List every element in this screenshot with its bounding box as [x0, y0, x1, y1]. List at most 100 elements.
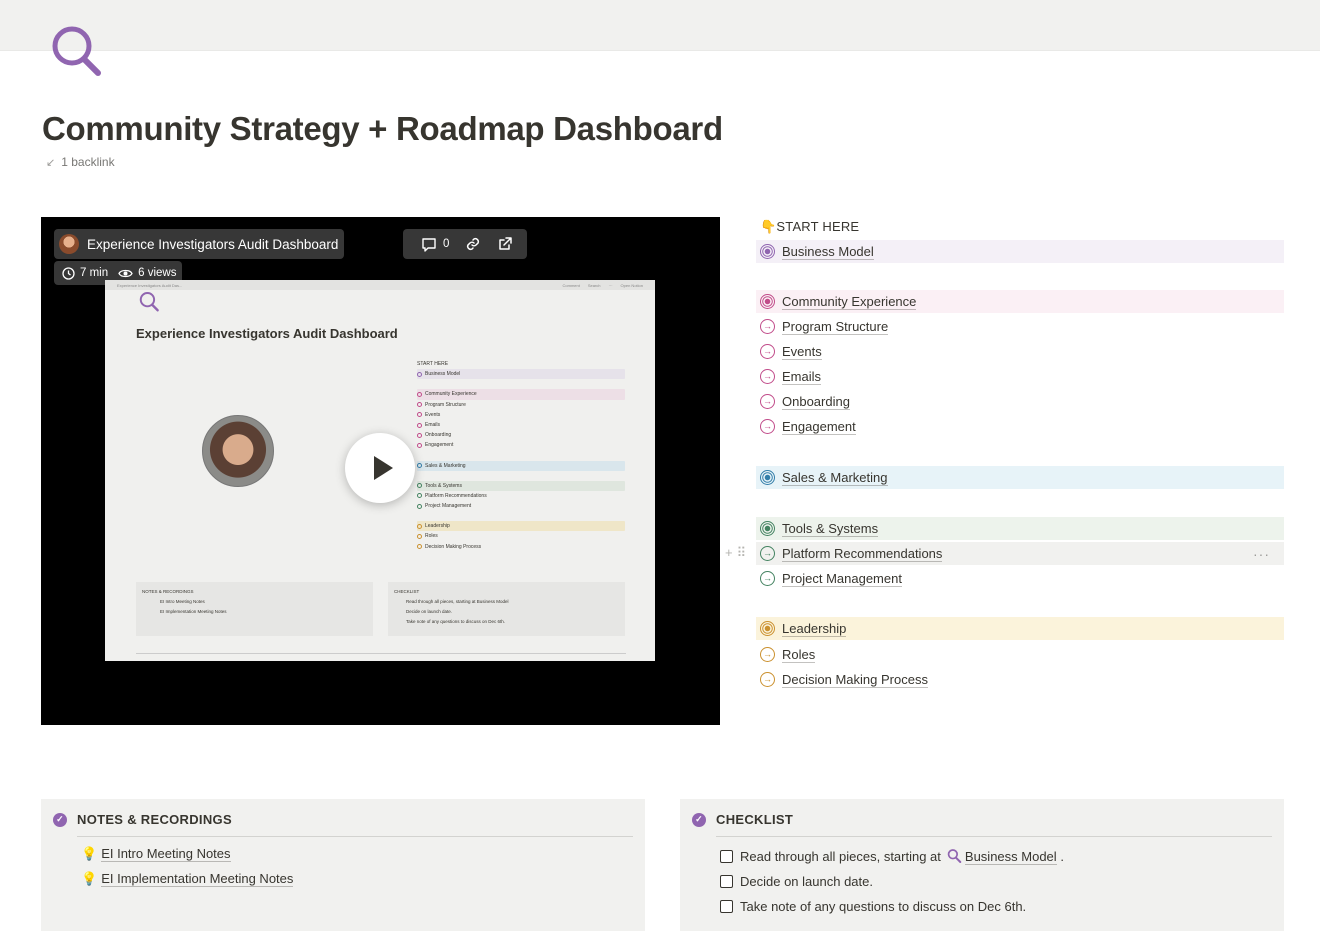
index-item-label[interactable]: Events: [782, 344, 822, 360]
play-button[interactable]: [345, 433, 415, 503]
more-options-icon[interactable]: ···: [1253, 546, 1270, 562]
thumbnail-index-item: Program Structure: [417, 400, 625, 410]
index-item-label[interactable]: Program Structure: [782, 319, 889, 335]
comment-button[interactable]: 0: [415, 231, 455, 257]
notes-callout: ✓ NOTES & RECORDINGS 💡 EI Intro Meeting …: [41, 799, 645, 931]
index-item-label[interactable]: Roles: [782, 647, 816, 663]
arrow-right-circle-icon: →: [760, 647, 775, 662]
check-circle-icon: ✓: [692, 812, 706, 827]
index-item-label[interactable]: Leadership: [782, 621, 847, 637]
thumbnail-index-item: START HERE: [417, 359, 625, 369]
index-item-label[interactable]: Tools & Systems: [782, 521, 879, 537]
thumbnail-index-item: Business Model: [417, 369, 625, 380]
external-link-icon: [499, 237, 513, 250]
thumbnail-title: Experience Investigators Audit Dashboard: [136, 326, 398, 341]
note-label[interactable]: EI Implementation Meeting Notes: [101, 871, 294, 887]
checklist-callout: ✓ CHECKLIST Read through all pieces, sta…: [680, 799, 1284, 931]
index-item[interactable]: → Project Management: [756, 567, 1284, 590]
thumbnail-index-label: Sales & Marketing: [425, 462, 466, 469]
thumbnail-dot-icon: [417, 544, 422, 550]
thumbnail-open-notion: Open Notion: [620, 282, 643, 288]
todo-checkbox[interactable]: [720, 900, 733, 913]
thumbnail-index-item: Tools & Systems: [417, 480, 625, 491]
thumbnail-index-item: Decision Making Process: [417, 542, 625, 552]
open-external-button[interactable]: [491, 231, 519, 257]
index-item[interactable]: → Onboarding: [756, 390, 1284, 413]
thumbnail-index-item: Events: [417, 410, 625, 420]
index-item[interactable]: → Program Structure: [756, 315, 1284, 338]
index-item-label[interactable]: Onboarding: [782, 394, 850, 410]
drag-handle-icon[interactable]: +⠿: [725, 545, 750, 561]
arrow-right-circle-icon: →: [760, 546, 775, 561]
thumbnail-index-item: Onboarding: [417, 430, 625, 440]
index-item[interactable]: Community Experience: [756, 290, 1284, 313]
thumbnail-dot-icon: [417, 442, 422, 448]
index-item-label[interactable]: Business Model: [782, 244, 874, 260]
thumbnail-index-item: Roles: [417, 531, 625, 541]
index-item-label[interactable]: Engagement: [782, 419, 856, 435]
views: 6 views: [118, 267, 176, 279]
thumbnail-index-item: [417, 451, 625, 461]
thumbnail-notes: NOTES & RECORDINGS EI Intro Meeting Note…: [136, 582, 373, 636]
target-icon: [760, 621, 775, 636]
thumbnail-index-item: Sales & Marketing: [417, 460, 625, 471]
index-item[interactable]: → Decision Making Process: [756, 668, 1284, 691]
thumbnail-index-label: START HERE: [417, 361, 449, 367]
magnifier-icon: [947, 849, 962, 863]
target-icon: [760, 521, 775, 536]
todo-text: Read through all pieces, starting at: [740, 848, 941, 864]
thumbnail-topbar-title: Experience Investigators Audit Das...: [117, 282, 183, 288]
index-item[interactable]: → Events: [756, 340, 1284, 363]
video-thumbnail[interactable]: Experience Investigators Audit Das... Co…: [105, 280, 655, 661]
index-item-label[interactable]: Project Management: [782, 571, 902, 587]
top-bar: [0, 0, 1320, 51]
index-item[interactable]: Sales & Marketing: [756, 466, 1284, 489]
thumbnail-search: Search: [587, 282, 601, 288]
video-title-bar[interactable]: Experience Investigators Audit Dashboard: [54, 229, 345, 259]
checklist-heading: ✓ CHECKLIST: [692, 812, 793, 827]
magnifier-icon[interactable]: [48, 24, 104, 80]
notes-heading-label: NOTES & RECORDINGS: [77, 812, 232, 827]
thumbnail-dot-icon: [417, 503, 422, 509]
index-item[interactable]: Tools & Systems: [756, 517, 1284, 540]
thumbnail-divider: [136, 653, 626, 654]
video-actions: 0: [403, 229, 528, 259]
thumbnail-index-item: Emails: [417, 420, 625, 430]
index-item[interactable]: → Emails: [756, 365, 1284, 388]
thumbnail-check-3: Take note of any questions to discuss on…: [406, 619, 506, 624]
video-embed[interactable]: Experience Investigators Audit Dashboard…: [41, 217, 720, 725]
note-link-implementation[interactable]: 💡 EI Implementation Meeting Notes: [81, 871, 294, 887]
lightbulb-icon: 💡: [81, 871, 98, 886]
backlink-link[interactable]: ↙ 1 backlink: [46, 155, 115, 169]
index-item[interactable]: Leadership: [756, 617, 1284, 640]
thumbnail-index-label: Engagement: [425, 442, 454, 449]
index-item[interactable]: → Roles: [756, 643, 1284, 666]
copy-link-button[interactable]: [459, 231, 487, 257]
video-title[interactable]: Experience Investigators Audit Dashboard: [87, 237, 338, 252]
note-link-intro[interactable]: 💡 EI Intro Meeting Notes: [81, 846, 231, 862]
index-item[interactable]: Business Model: [756, 240, 1284, 263]
todo-checkbox[interactable]: [720, 849, 733, 863]
thumbnail-dot-icon: [417, 422, 422, 428]
index-item-label[interactable]: Platform Recommendations: [782, 546, 943, 562]
thumbnail-note-1: EI Intro Meeting Notes: [160, 599, 205, 604]
index-item-label[interactable]: Decision Making Process: [782, 672, 928, 688]
arrow-right-circle-icon: →: [760, 419, 775, 434]
todo-checkbox[interactable]: [720, 875, 733, 888]
business-model-link[interactable]: Business Model: [964, 848, 1057, 865]
index-item-label[interactable]: Sales & Marketing: [782, 470, 888, 486]
thumbnail-index-label: Roles: [425, 533, 438, 540]
index-item[interactable]: → Platform Recommendations ···: [756, 542, 1284, 565]
note-label[interactable]: EI Intro Meeting Notes: [101, 846, 231, 862]
link-icon: [467, 237, 480, 251]
thumbnail-index-label: Business Model: [425, 371, 461, 378]
index-item-label[interactable]: Community Experience: [782, 294, 917, 310]
thumbnail-dot-icon: [417, 534, 422, 540]
index-item-label[interactable]: Emails: [782, 369, 822, 385]
thumbnail-notes-heading: NOTES & RECORDINGS: [142, 589, 194, 594]
index-item[interactable]: → Engagement: [756, 415, 1284, 438]
thumbnail-more: ···: [608, 282, 613, 288]
thumbnail-topbar: Experience Investigators Audit Das... Co…: [105, 280, 655, 290]
arrow-right-circle-icon: →: [760, 571, 775, 586]
notes-divider: [77, 836, 633, 837]
